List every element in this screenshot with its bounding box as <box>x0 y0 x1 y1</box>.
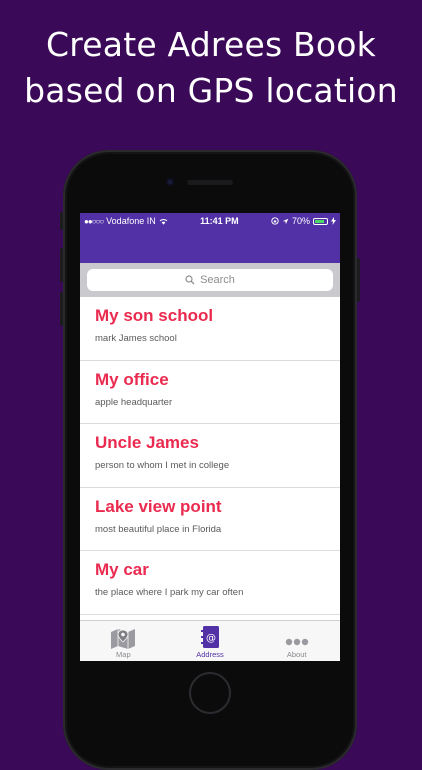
battery-icon <box>312 217 328 225</box>
battery-percent: 70% <box>291 216 310 226</box>
wifi-icon <box>159 218 168 225</box>
entry-subtitle: the place where I park my car often <box>95 587 244 599</box>
address-book-icon: @ <box>201 626 219 648</box>
list-item[interactable]: My office apple headquarter <box>80 361 340 425</box>
headline-line-1: Create Adrees Book <box>46 25 376 64</box>
list-item[interactable]: Uncle James person to whom I met in coll… <box>80 424 340 488</box>
power-button <box>357 258 360 302</box>
list-item[interactable]: Lake view point most beautiful place in … <box>80 488 340 552</box>
entry-title: My car <box>95 560 149 580</box>
entry-subtitle: person to whom I met in college <box>95 460 230 472</box>
signal-dots-icon: ●●○○○ <box>84 216 104 226</box>
carrier-label: Vodafone IN <box>106 216 156 226</box>
svg-text:@: @ <box>206 633 216 644</box>
more-dots-icon <box>285 638 308 646</box>
tab-address[interactable]: @ Address <box>167 621 254 661</box>
search-input[interactable]: Search <box>87 269 333 291</box>
promo-headline: Create Adrees Book based on GPS location <box>0 22 422 114</box>
map-pin-icon <box>111 629 136 649</box>
navigation-bar: ●●○○○ Vodafone IN 11:41 PM 70% <box>80 213 340 263</box>
status-time: 11:41 PM <box>200 216 239 226</box>
tab-label: Map <box>116 650 131 659</box>
tab-label: About <box>286 650 307 659</box>
tab-bar: Map @ Address About <box>80 620 340 661</box>
headline-line-2: based on GPS location <box>24 71 398 110</box>
entry-title: Uncle James <box>95 433 199 453</box>
earpiece-speaker <box>187 180 233 185</box>
entry-title: My son school <box>95 306 214 325</box>
search-placeholder: Search <box>200 274 235 286</box>
tab-about[interactable]: About <box>253 621 340 661</box>
search-icon <box>185 275 195 285</box>
list-item[interactable]: My car the place where I park my car oft… <box>80 551 340 615</box>
mute-switch <box>60 212 63 230</box>
volume-up-button <box>60 248 63 282</box>
entry-subtitle: most beautiful place in Florida <box>95 523 222 535</box>
lock-rotation-icon <box>271 217 279 225</box>
home-button[interactable] <box>189 672 231 714</box>
front-camera <box>166 178 174 186</box>
entry-title: My office <box>95 369 169 389</box>
volume-down-button <box>60 292 63 326</box>
address-list: My son school mark James school My offic… <box>80 297 340 615</box>
status-bar: ●●○○○ Vodafone IN 11:41 PM 70% <box>80 213 340 229</box>
list-item[interactable]: My son school mark James school <box>80 297 340 361</box>
location-arrow-icon <box>282 218 289 224</box>
app-screen: ●●○○○ Vodafone IN 11:41 PM 70% Search My… <box>80 213 340 661</box>
tab-map[interactable]: Map <box>80 621 167 661</box>
entry-title: Lake view point <box>95 496 222 516</box>
tab-label: Address <box>196 650 224 659</box>
charging-icon <box>330 217 336 225</box>
entry-subtitle: mark James school <box>95 333 177 344</box>
search-bar-container: Search <box>80 263 340 297</box>
entry-subtitle: apple headquarter <box>95 396 173 408</box>
